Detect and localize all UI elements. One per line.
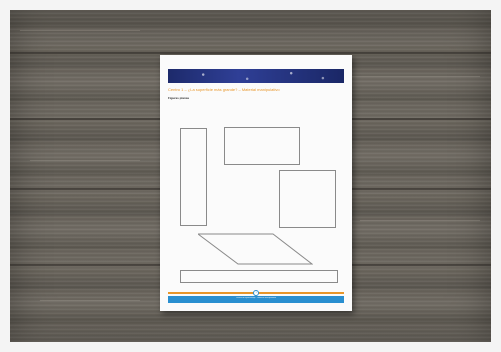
footer-bar: Centro de aprendizaje · material manipul… <box>168 296 344 303</box>
wood-grain <box>40 300 140 301</box>
wood-grain <box>350 76 480 77</box>
worksheet-paper: Centro 1 – ¿La superficie más grande? – … <box>160 55 352 311</box>
photo-frame: Centro 1 – ¿La superficie más grande? – … <box>0 0 501 352</box>
plank-seam <box>10 52 491 54</box>
worksheet-title: Centro 1 – ¿La superficie más grande? – … <box>168 87 280 92</box>
parallelogram-shape <box>198 233 313 265</box>
banner-stars <box>168 69 344 83</box>
page-number-badge: 1 <box>253 290 259 296</box>
wide-rectangle-shape <box>224 127 300 165</box>
tall-rectangle-shape <box>180 128 207 226</box>
wood-grain <box>360 220 480 221</box>
wood-grain <box>20 30 140 31</box>
wood-table-photo: Centro 1 – ¿La superficie más grande? – … <box>10 10 491 342</box>
section-label: Figuras planas <box>168 96 190 100</box>
wood-grain <box>30 160 140 161</box>
long-strip-shape <box>180 270 338 283</box>
header-banner <box>168 69 344 83</box>
footer-text: Centro de aprendizaje · material manipul… <box>235 297 277 299</box>
square-shape <box>279 170 336 228</box>
